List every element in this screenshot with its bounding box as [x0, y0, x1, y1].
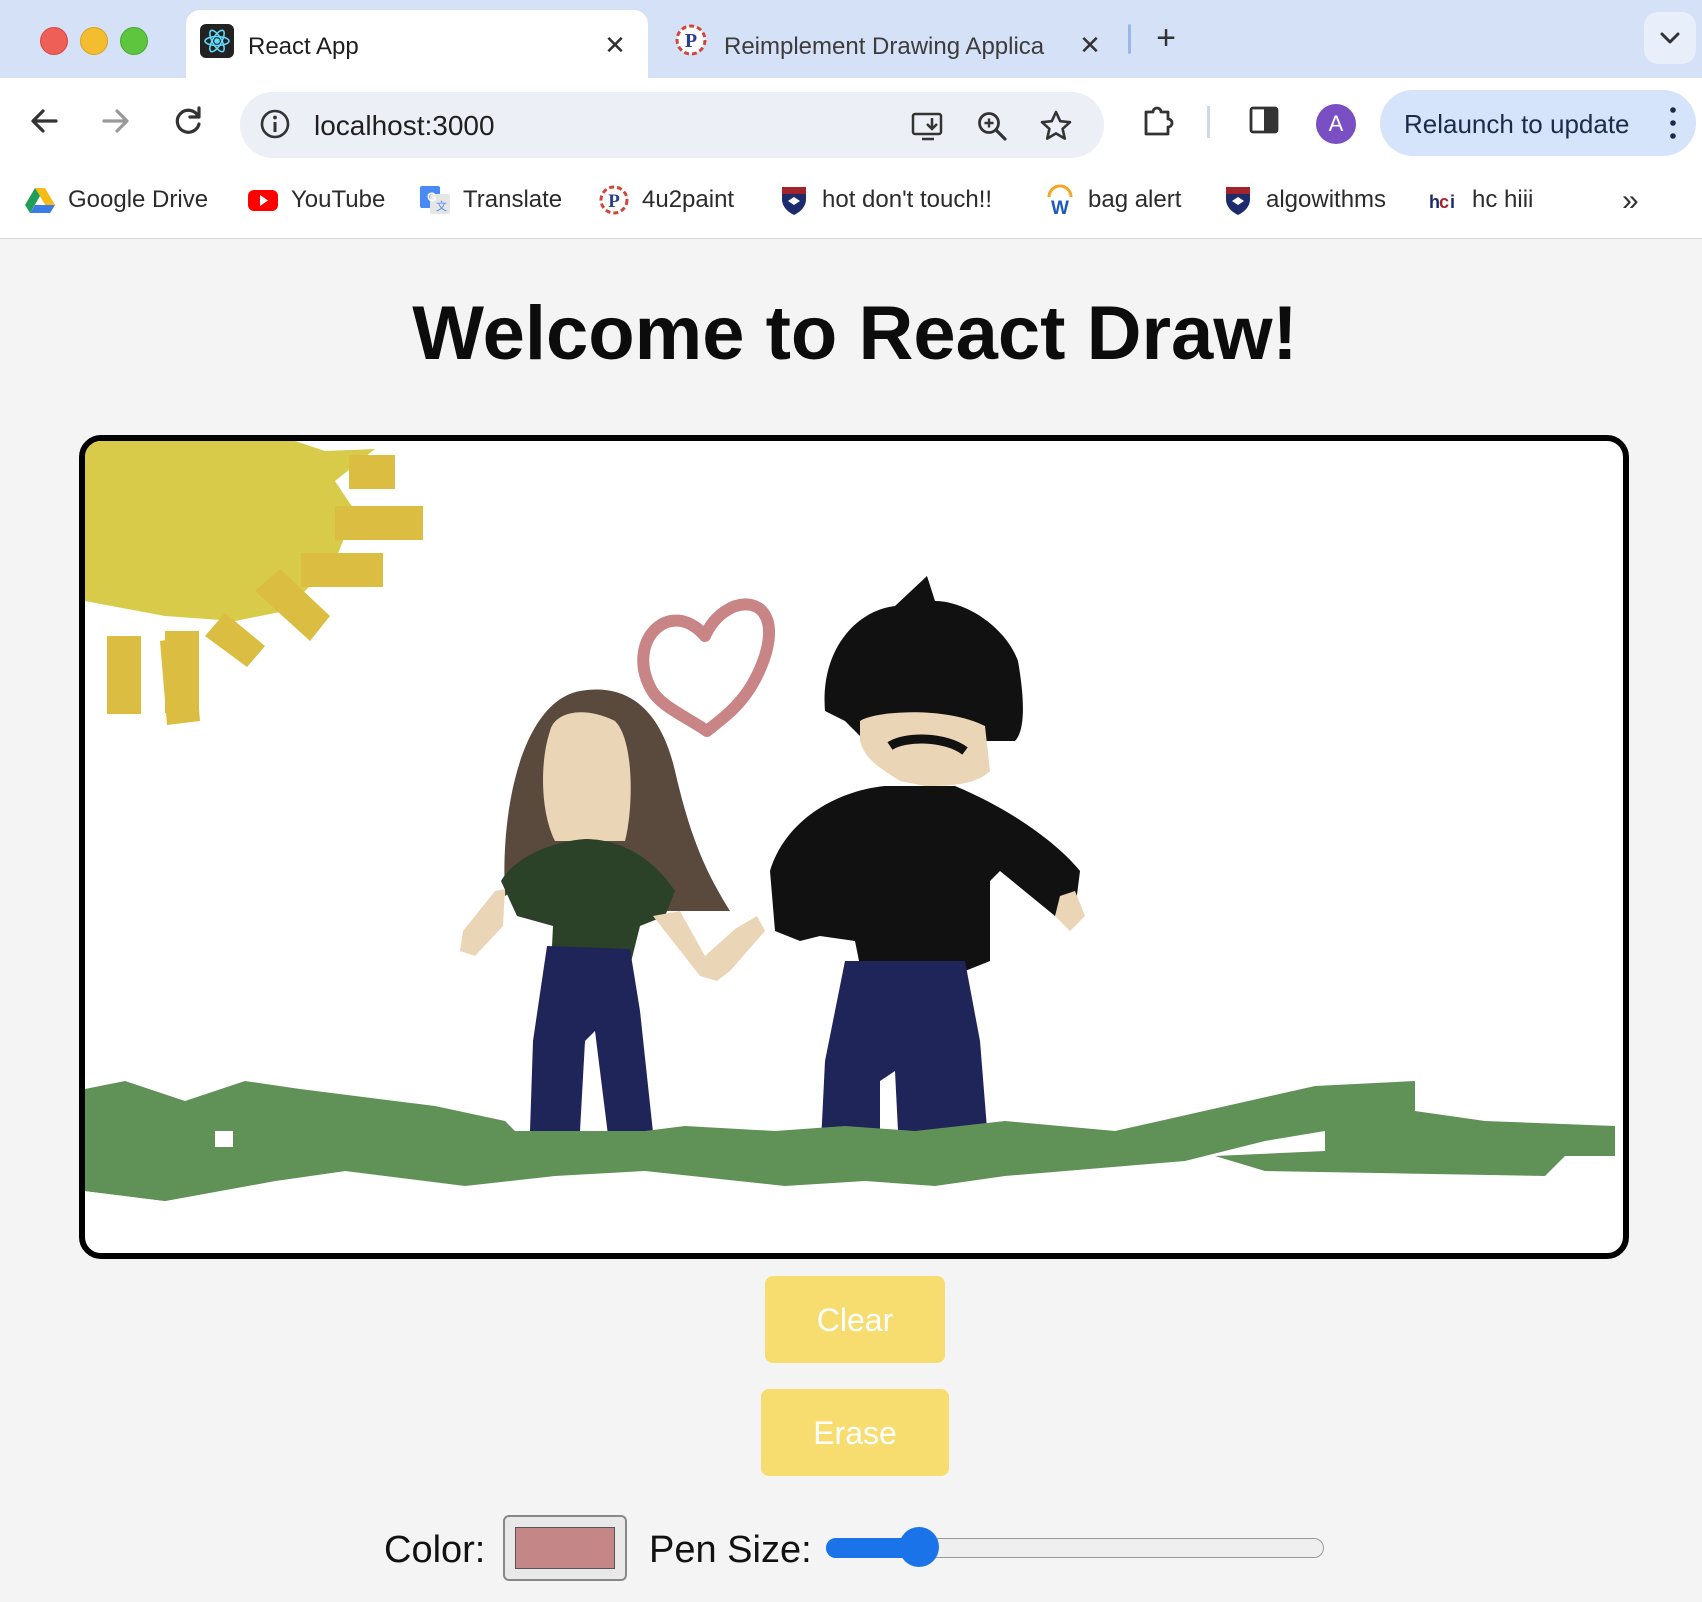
youtube-icon — [248, 190, 278, 211]
bookmark-label: algowithms — [1266, 186, 1387, 213]
tab-title: Reimplement Drawing Applica — [724, 33, 1045, 60]
toolbar-divider — [1207, 106, 1210, 138]
tab-title: React App — [248, 33, 359, 60]
relaunch-label: Relaunch to update — [1404, 109, 1630, 139]
svg-text:P: P — [685, 30, 697, 52]
close-window-button[interactable] — [40, 27, 68, 55]
maximize-window-button[interactable] — [120, 27, 148, 55]
color-picker[interactable] — [503, 1515, 627, 1581]
pen-size-slider[interactable] — [826, 1527, 1324, 1567]
bookmark-4u2paint[interactable]: P 4u2paint — [598, 180, 734, 220]
relaunch-button[interactable]: Relaunch to update — [1380, 90, 1696, 156]
bookmarks-bar: Google Drive YouTube G文 Translate P 4u2p… — [0, 166, 1702, 239]
clear-button[interactable]: Clear — [765, 1276, 945, 1363]
extensions-icon[interactable] — [1138, 100, 1178, 140]
bookmark-translate[interactable]: G文 Translate — [419, 180, 562, 220]
tab-search-button[interactable] — [1644, 12, 1696, 64]
slider-thumb[interactable] — [898, 1527, 939, 1567]
forward-button[interactable] — [90, 96, 140, 146]
svg-text:P: P — [608, 191, 620, 212]
man-drawing — [770, 576, 1085, 1171]
site-info-icon[interactable] — [258, 107, 292, 141]
more-bookmarks-icon[interactable]: » — [1622, 184, 1639, 218]
sun-drawing — [85, 441, 423, 725]
erase-button[interactable]: Erase — [761, 1389, 949, 1476]
svg-text:i: i — [1450, 192, 1455, 212]
svg-text:W: W — [1051, 198, 1069, 216]
bookmark-label: hc hiii — [1472, 186, 1534, 213]
bookmark-label: YouTube — [291, 186, 386, 213]
woman-drawing — [460, 689, 765, 1156]
svg-text:文: 文 — [436, 199, 447, 213]
address-bar[interactable]: localhost:3000 — [240, 92, 1104, 158]
pen-size-label: Pen Size: — [649, 1529, 812, 1571]
close-tab-icon[interactable]: ✕ — [1075, 30, 1105, 60]
bookmark-label: Translate — [463, 186, 563, 213]
bookmark-star-icon[interactable] — [1038, 108, 1074, 144]
4u2paint-icon: P — [674, 23, 708, 62]
workday-icon: W — [1047, 184, 1073, 216]
profile-avatar[interactable]: A — [1316, 104, 1356, 144]
tab-divider — [1128, 24, 1131, 54]
hci-icon: hci — [1429, 192, 1455, 212]
bookmark-google-drive[interactable]: Google Drive — [24, 180, 208, 220]
zoom-icon[interactable] — [974, 108, 1010, 144]
bookmark-algowithms[interactable]: algowithms — [1222, 180, 1386, 220]
minimize-window-button[interactable] — [80, 27, 108, 55]
tab-strip: React App ✕ P Reimplement Drawing Applic… — [0, 0, 1702, 78]
forward-arrow-icon — [102, 109, 129, 133]
penn-shield-icon — [782, 187, 806, 215]
browser-toolbar: localhost:3000 A Relaunch to update — [0, 78, 1702, 166]
page-content: Welcome to React Draw! Clear Erase Color… — [0, 239, 1702, 1602]
bookmark-label: Google Drive — [68, 186, 209, 213]
drawing-canvas[interactable] — [79, 435, 1629, 1259]
more-menu-icon[interactable] — [1670, 105, 1676, 141]
install-app-icon[interactable] — [910, 108, 946, 144]
selected-color-fill — [515, 1527, 615, 1569]
back-button[interactable] — [20, 96, 70, 146]
bookmark-youtube[interactable]: YouTube — [247, 180, 385, 220]
translate-icon: G文 — [420, 186, 450, 214]
close-tab-icon[interactable]: ✕ — [600, 30, 630, 60]
react-logo-icon — [200, 24, 234, 58]
bookmark-label: hot don't touch!! — [822, 186, 993, 213]
svg-text:c: c — [1439, 192, 1449, 212]
bookmark-hot-dont-touch[interactable]: hot don't touch!! — [778, 180, 992, 220]
reload-button[interactable] — [163, 96, 213, 146]
bookmark-label: 4u2paint — [642, 186, 735, 213]
bookmark-hc-hiii[interactable]: hci hc hiii — [1428, 180, 1533, 220]
canvas-drawing — [85, 441, 1615, 1201]
chevron-down-icon — [1660, 32, 1680, 44]
4u2paint-icon: P — [599, 185, 629, 215]
page-title: Welcome to React Draw! — [412, 291, 1298, 376]
url-text: localhost:3000 — [314, 110, 495, 141]
tab-react-app[interactable]: React App ✕ — [186, 10, 648, 78]
side-panel-icon[interactable] — [1244, 100, 1284, 140]
google-drive-icon — [25, 188, 55, 213]
svg-text:G: G — [427, 190, 436, 204]
penn-shield-icon — [1226, 187, 1250, 215]
new-tab-button[interactable]: + — [1148, 20, 1184, 56]
tab-reimplement[interactable]: P Reimplement Drawing Applica ✕ — [660, 10, 1120, 70]
reload-icon — [175, 106, 201, 134]
bookmark-label: bag alert — [1088, 186, 1182, 213]
bookmark-bag-alert[interactable]: W bag alert — [1044, 180, 1181, 220]
back-arrow-icon — [31, 109, 58, 133]
color-label: Color: — [384, 1529, 486, 1571]
